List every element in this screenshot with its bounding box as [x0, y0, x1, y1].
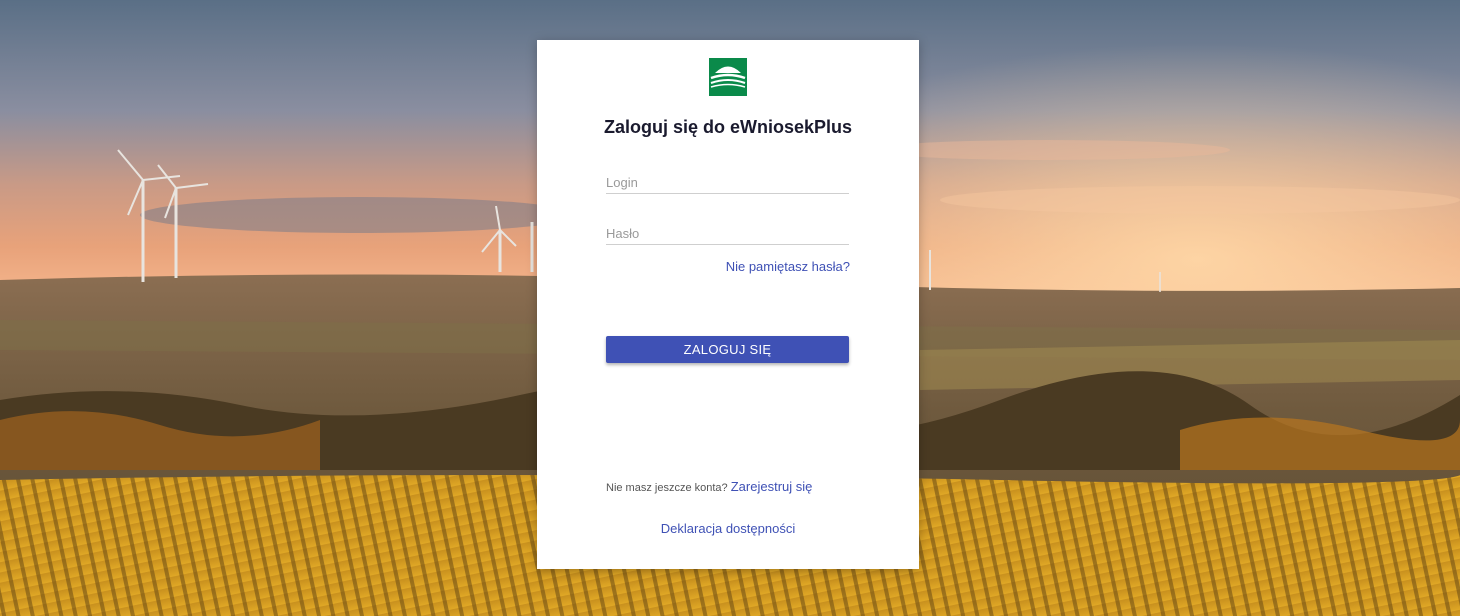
accessibility-section: Deklaracja dostępności [537, 521, 919, 536]
no-account-text: Nie masz jeszcze konta? [606, 482, 728, 494]
register-link[interactable]: Zarejestruj się [731, 479, 813, 494]
arimr-logo [709, 58, 747, 96]
login-card: Zaloguj się do eWniosekPlus Nie pamiętas… [537, 40, 919, 569]
forgot-password-link[interactable]: Nie pamiętasz hasła? [726, 259, 850, 274]
page-title: Zaloguj się do eWniosekPlus [603, 117, 853, 137]
accessibility-declaration-link[interactable]: Deklaracja dostępności [661, 521, 795, 536]
register-prompt: Nie masz jeszcze konta? Zarejestruj się [606, 479, 812, 494]
login-button[interactable]: ZALOGUJ SIĘ [606, 336, 849, 363]
password-input[interactable] [606, 222, 849, 245]
login-input[interactable] [606, 171, 849, 194]
